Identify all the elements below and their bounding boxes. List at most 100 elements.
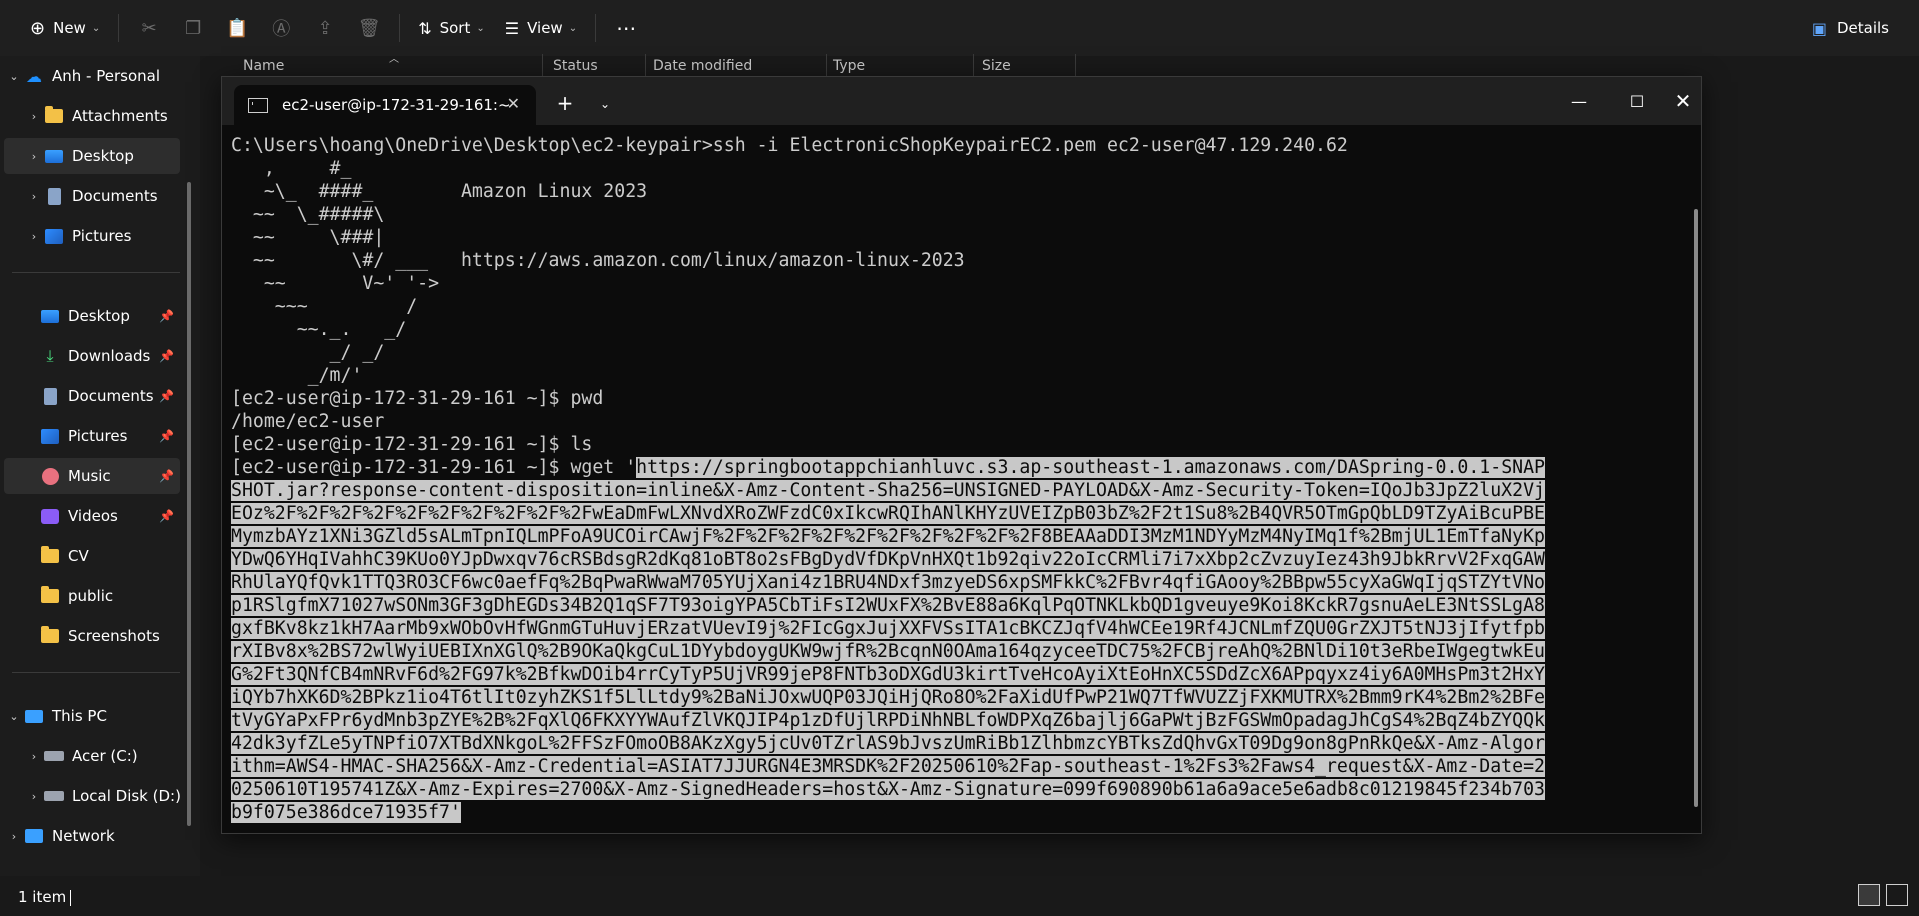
collapse-chevron-icon[interactable]: ⌄ [4, 70, 24, 83]
selected-text[interactable]: EOz%2F%2F%2F%2F%2F%2F%2F%2F%2F%2FwEaDmFw… [231, 503, 1545, 524]
terminal-output[interactable]: C:\Users\hoang\OneDrive\Desktop\ec2-keyp… [231, 134, 1673, 824]
share-icon[interactable]: ⇪ [303, 10, 347, 46]
maximize-icon[interactable]: ☐ [1614, 83, 1660, 119]
tab-dropdown-icon[interactable]: ⌄ [590, 89, 620, 119]
sidebar-item-acer-c[interactable]: › Acer (C:) [24, 738, 200, 774]
selected-text[interactable]: b9f075e386dce71935f7' [231, 802, 461, 823]
terminal-line: SHOT.jar?response-content-disposition=in… [231, 479, 1673, 502]
paste-icon[interactable]: 📋 [215, 10, 259, 46]
music-icon [41, 467, 59, 485]
selected-text[interactable]: 42dk3yfZLe5yTNPfiO7XTBdXNkgoL%2FFSzFOmoO… [231, 733, 1545, 754]
selected-text[interactable]: tVyGYaPxFPr6ydMnb3pZYE%2B%2FqXlQ6FKXYYWA… [231, 710, 1545, 731]
sidebar-item-label: Acer (C:) [72, 747, 138, 765]
sidebar-item-pictures-onedrive[interactable]: › Pictures [24, 218, 200, 254]
expand-chevron-icon[interactable]: › [24, 790, 44, 803]
terminal-line: , #_ [231, 158, 352, 179]
pin-icon[interactable]: 📌 [159, 309, 174, 323]
selected-text[interactable]: gxfBKv8kz1kH7AarMb9xWObOvHfWGnmGTuHuvjER… [231, 618, 1545, 639]
sidebar-item-documents[interactable]: Documents 📌 [4, 378, 180, 414]
sidebar-item-downloads[interactable]: ⤓ Downloads 📌 [4, 338, 180, 374]
tiles-view-icon[interactable] [1886, 884, 1908, 906]
expand-chevron-icon[interactable]: › [24, 110, 44, 123]
pin-icon[interactable]: 📌 [159, 509, 174, 523]
sidebar-item-this-pc[interactable]: ⌄ This PC [4, 698, 180, 734]
column-name[interactable]: Name [243, 58, 284, 78]
close-window-icon[interactable]: ✕ [1660, 83, 1706, 119]
terminal-line: _/m/' [231, 365, 363, 386]
sidebar-item-attachments[interactable]: › Attachments [24, 98, 200, 134]
selected-text[interactable]: p1RSlgfmX71027wSONm3GF3gDhEGDs34B2Q1qSF7… [231, 595, 1545, 616]
chevron-down-icon: ⌄ [476, 22, 485, 34]
column-size[interactable]: Size [982, 58, 1011, 78]
sidebar-item-screenshots[interactable]: Screenshots [4, 618, 180, 654]
column-type[interactable]: Type [833, 58, 865, 78]
selected-text[interactable]: 0250610T195741Z&X-Amz-Expires=2700&X-Amz… [231, 779, 1545, 800]
plus-circle-icon: ⊕ [30, 17, 46, 39]
terminal-line: 0250610T195741Z&X-Amz-Expires=2700&X-Amz… [231, 778, 1673, 801]
selected-text[interactable]: MymzbAYz1XNi3GZld5sALmTpnIQLmPFoA9UCOirC… [231, 526, 1545, 547]
terminal-tab[interactable]: ec2-user@ip-172-31-29-161:~ ✕ [234, 85, 536, 125]
more-options-icon[interactable]: ⋯ [604, 10, 648, 46]
sidebar-item-public[interactable]: public [4, 578, 180, 614]
sidebar-scrollbar[interactable] [187, 182, 191, 826]
expand-chevron-icon[interactable]: › [24, 750, 44, 763]
terminal-titlebar[interactable]: ec2-user@ip-172-31-29-161:~ ✕ + ⌄ — ☐ ✕ [222, 77, 1701, 125]
pin-icon[interactable]: 📌 [159, 429, 174, 443]
selected-text[interactable]: SHOT.jar?response-content-disposition=in… [231, 480, 1545, 501]
sidebar-item-label: This PC [52, 707, 107, 725]
explorer-toolbar: ⊕ New ⌄ ✂ ❐ 📋 Ⓐ ⇪ 🗑 ⇅ Sort ⌄ ☰ View ⌄ ⋯ … [0, 0, 1919, 56]
sidebar-item-documents-onedrive[interactable]: › Documents [24, 178, 200, 214]
terminal-line: 42dk3yfZLe5yTNPfiO7XTBdXNkgoL%2FFSzFOmoO… [231, 732, 1673, 755]
terminal-line: ~~ \#/ ___ https://aws.amazon.com/linux/… [231, 250, 965, 271]
selected-text[interactable]: RhUlaYQfQvk1TTQ3RO3CF6wc0aefFq%2BqPwaRWw… [231, 572, 1545, 593]
expand-chevron-icon[interactable]: › [24, 150, 44, 163]
new-button[interactable]: ⊕ New ⌄ [20, 10, 110, 46]
sidebar-item-videos[interactable]: Videos 📌 [4, 498, 180, 534]
terminal-window[interactable]: ec2-user@ip-172-31-29-161:~ ✕ + ⌄ — ☐ ✕ … [221, 76, 1702, 834]
cut-icon[interactable]: ✂ [127, 10, 171, 46]
selected-text[interactable]: https://springbootappchianhluvc.s3.ap-so… [636, 457, 1545, 478]
expand-chevron-icon[interactable]: › [24, 190, 44, 203]
expand-chevron-icon[interactable]: › [4, 830, 24, 843]
close-tab-icon[interactable]: ✕ [507, 94, 520, 113]
sidebar-item-pictures[interactable]: Pictures 📌 [4, 418, 180, 454]
selected-text[interactable]: iQYb7hXK6D%2BPkz1io4T6tlIt0zyhZKS1f5LlLt… [231, 687, 1545, 708]
sidebar-item-desktop-onedrive[interactable]: › Desktop [4, 138, 180, 174]
selected-text[interactable]: YDwQ6YHqIVahhC39KUo0YJpDwxqv76cRSBdsgR2d… [231, 549, 1545, 570]
sidebar-item-label: Anh - Personal [52, 67, 160, 85]
details-button[interactable]: ▣ Details [1812, 10, 1889, 46]
pin-icon[interactable]: 📌 [159, 469, 174, 483]
terminal-line: rXIBv8x%2BS72wlWyiUEBIXnXGlQ%2B9OKaQkgCu… [231, 640, 1673, 663]
new-tab-icon[interactable]: + [548, 89, 582, 119]
column-date-modified[interactable]: Date modified [653, 58, 752, 78]
terminal-line: ~~._. _/ [231, 319, 407, 340]
expand-chevron-icon[interactable]: › [24, 230, 44, 243]
sort-button[interactable]: ⇅ Sort ⌄ [408, 10, 495, 46]
sidebar-item-local-disk-d[interactable]: › Local Disk (D:) [24, 778, 200, 814]
minimize-icon[interactable]: — [1556, 83, 1602, 119]
delete-icon[interactable]: 🗑 [347, 10, 391, 46]
sidebar-item-music[interactable]: Music 📌 [4, 458, 180, 494]
column-status[interactable]: Status [553, 58, 598, 78]
view-button[interactable]: ☰ View ⌄ [495, 10, 587, 46]
selected-text[interactable]: G%2Ft3QNfCB4mNRvF6d%2FG97k%2BfkwDOib4rrC… [231, 664, 1545, 685]
view-icon: ☰ [504, 18, 520, 38]
folder-icon [41, 626, 59, 643]
rename-icon[interactable]: Ⓐ [259, 10, 303, 46]
selected-text[interactable]: rXIBv8x%2BS72wlWyiUEBIXnXGlQ%2B9OKaQkgCu… [231, 641, 1545, 662]
terminal-scrollbar[interactable] [1694, 209, 1698, 807]
details-view-icon[interactable] [1858, 884, 1880, 906]
copy-icon[interactable]: ❐ [171, 10, 215, 46]
terminal-line: b9f075e386dce71935f7' [231, 801, 1673, 824]
pin-icon[interactable]: 📌 [159, 349, 174, 363]
documents-icon [43, 387, 57, 405]
sidebar-item-desktop[interactable]: Desktop 📌 [4, 298, 180, 334]
sidebar-item-network[interactable]: › Network [4, 818, 180, 854]
pin-icon[interactable]: 📌 [159, 389, 174, 403]
toolbar-divider [118, 14, 120, 42]
status-divider [70, 890, 71, 906]
selected-text[interactable]: ithm=AWS4-HMAC-SHA256&X-Amz-Credential=A… [231, 756, 1545, 777]
sidebar-item-cv[interactable]: CV [4, 538, 180, 574]
sidebar-item-anh-personal[interactable]: ⌄ ☁ Anh - Personal [4, 58, 180, 94]
collapse-chevron-icon[interactable]: ⌄ [4, 710, 24, 723]
